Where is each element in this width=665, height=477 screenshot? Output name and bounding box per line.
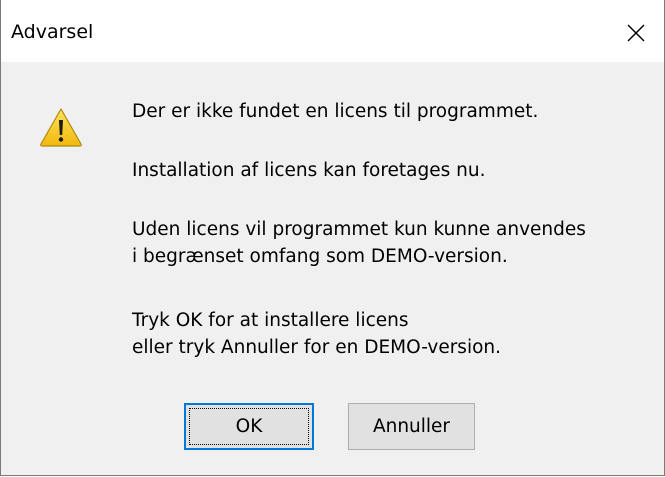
window-title: Advarsel [11, 21, 94, 43]
cancel-button[interactable]: Annuller [348, 403, 475, 450]
cancel-button-label: Annuller [372, 416, 451, 437]
message-line: Tryk OK for at installere licens [132, 310, 409, 331]
message-line: Der er ikke fundet en licens til program… [132, 101, 539, 122]
close-button[interactable] [619, 16, 653, 50]
message-line: Installation af licens kan foretages nu. [132, 160, 486, 181]
focus-ring [189, 408, 309, 445]
warning-dialog: Advarsel Der er ikke fundet en licens ti… [0, 0, 665, 476]
message-line: i begrænset omfang som DEMO-version. [132, 246, 508, 267]
message-line: eller tryk Annuller for en DEMO-version. [132, 337, 502, 358]
close-icon [627, 24, 645, 42]
title-bar[interactable]: Advarsel [1, 0, 664, 62]
message-line: Uden licens vil programmet kun kunne anv… [132, 219, 586, 240]
ok-button[interactable]: OK [184, 403, 314, 450]
warning-icon [39, 107, 83, 147]
